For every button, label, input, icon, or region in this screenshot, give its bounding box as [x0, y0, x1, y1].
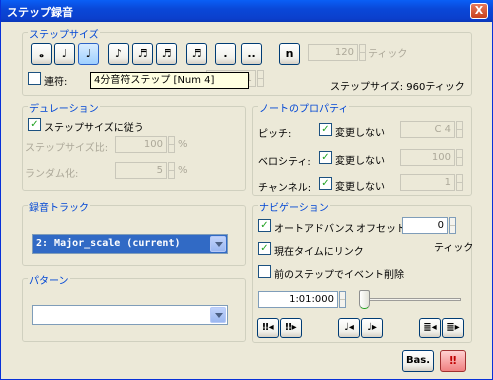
follow-step-size-label: ステップサイズに従う	[44, 123, 144, 134]
next-event-button[interactable]: ‼▸	[280, 318, 302, 338]
double-dotted-button[interactable]: ..	[241, 43, 262, 65]
sixteenth-note-button[interactable]: ♬	[132, 43, 153, 65]
link-current-time-checkbox[interactable]: ✓	[258, 242, 271, 255]
half-note-button[interactable]: ♩	[54, 43, 75, 65]
title-bar[interactable]: ステップ録音 X	[1, 0, 493, 22]
pitch-label: ピッチ:	[258, 129, 292, 140]
step-ratio-unit: %	[178, 139, 188, 150]
navigation-group-label: ナビゲーション	[258, 199, 330, 214]
renpu-spinner[interactable]	[257, 70, 264, 87]
delete-events-label: 前のステップでイベント削除	[274, 270, 404, 281]
record-track-group-label: 録音トラック	[28, 199, 90, 214]
pitch-nochange-label: 変更しない	[335, 128, 385, 139]
prev-event-button[interactable]: ‼◂	[257, 318, 279, 338]
velocity-nochange-checkbox[interactable]: ✓	[319, 151, 332, 164]
step-size-group-label: ステップサイズ	[28, 26, 100, 41]
velocity-input[interactable]: 100	[400, 149, 455, 166]
channel-label: チャンネル:	[258, 183, 312, 194]
eighth-note-button[interactable]: ♪	[108, 43, 129, 65]
thirty-second-note-button[interactable]: ♬	[156, 43, 177, 65]
velocity-nochange-label: 変更しない	[335, 156, 385, 167]
offset-input[interactable]: 0	[402, 217, 448, 234]
channel-nochange-checkbox[interactable]: ✓	[319, 177, 332, 190]
time-input[interactable]: 1:01:000	[258, 291, 338, 308]
quarter-note-tooltip: 4分音符ステップ [Num 4]	[90, 72, 249, 89]
randomize-spinner[interactable]	[168, 162, 175, 179]
step-back-button[interactable]: ♩◂	[338, 318, 360, 338]
randomize-label: ランダム化:	[25, 169, 79, 180]
pattern-group-label: パターン	[28, 272, 70, 287]
renpu-label: 連符:	[44, 77, 68, 88]
pitch-nochange-checkbox[interactable]: ✓	[319, 123, 332, 136]
record-track-select[interactable]: 2: Major_scale (current)	[32, 234, 228, 254]
offset-spinner[interactable]	[449, 217, 456, 234]
velocity-label: ベロシティ:	[258, 157, 311, 168]
step-record-window: ステップ録音 X ステップサイズ 𝅝 ♩ ♩ ♪ ♬ ♬ ♬ . .. n 12…	[0, 0, 493, 380]
tick-spinner[interactable]	[359, 44, 366, 61]
channel-spinner[interactable]	[456, 174, 463, 191]
basic-mode-button[interactable]: Bas.	[402, 350, 434, 372]
time-spinner[interactable]	[339, 291, 346, 308]
chevron-down-icon[interactable]	[210, 307, 226, 323]
tick-input[interactable]: 120	[308, 44, 358, 61]
auto-advance-checkbox[interactable]: ✓	[258, 219, 271, 232]
link-current-time-label: 現在タイムにリンク	[274, 247, 364, 258]
delete-events-checkbox[interactable]	[258, 265, 271, 278]
step-ratio-spinner[interactable]	[168, 136, 175, 153]
quarter-note-button[interactable]: ♩	[78, 43, 99, 65]
randomize-input[interactable]: 5	[115, 162, 167, 179]
offset-unit: ティック	[434, 243, 474, 254]
close-button[interactable]: X	[470, 3, 488, 19]
renpu-checkbox[interactable]	[28, 72, 41, 85]
tick-unit-label: ティック	[368, 49, 408, 60]
velocity-spinner[interactable]	[456, 149, 463, 166]
step-ratio-label: ステップサイズ比:	[25, 143, 109, 154]
custom-step-button[interactable]: n	[279, 43, 300, 65]
step-ratio-input[interactable]: 100	[115, 136, 167, 153]
duration-group-label: デュレーション	[28, 100, 100, 115]
time-slider-thumb[interactable]	[359, 290, 370, 309]
follow-step-size-checkbox[interactable]: ✓	[28, 118, 41, 131]
measure-back-button[interactable]: ≣◂	[419, 318, 441, 338]
whole-note-button[interactable]: 𝅝	[31, 43, 52, 65]
pattern-select[interactable]	[32, 305, 228, 325]
pitch-spinner[interactable]	[456, 121, 463, 138]
auto-advance-label: オートアドバンス	[274, 224, 355, 235]
dotted-button[interactable]: .	[215, 43, 236, 65]
record-toggle-button[interactable]: ‼	[440, 350, 466, 372]
chevron-down-icon[interactable]	[210, 236, 226, 252]
sixty-fourth-note-button[interactable]: ♬	[186, 43, 207, 65]
window-title: ステップ録音	[7, 6, 73, 19]
note-properties-group-label: ノートのプロパティ	[258, 100, 350, 115]
pitch-input[interactable]: C 4	[400, 121, 455, 138]
time-slider-track[interactable]	[361, 298, 461, 301]
randomize-unit: %	[178, 165, 188, 176]
record-track-value: 2: Major_scale (current)	[36, 238, 181, 249]
channel-nochange-label: 変更しない	[335, 182, 385, 193]
step-forward-button[interactable]: ♩▸	[361, 318, 383, 338]
measure-forward-button[interactable]: ≣▸	[442, 318, 464, 338]
channel-input[interactable]: 1	[400, 174, 455, 191]
current-step-size: ステップサイズ: 960ティック	[330, 82, 465, 93]
